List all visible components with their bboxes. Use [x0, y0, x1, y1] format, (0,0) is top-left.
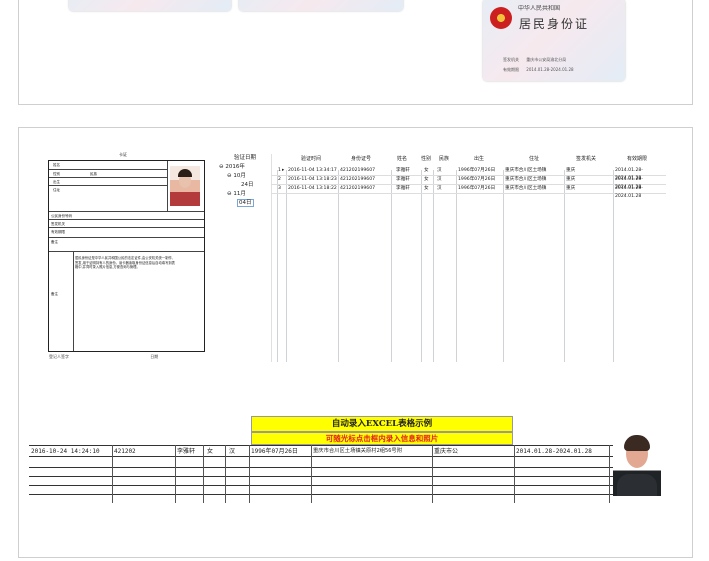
- id-card-front-left: [69, 0, 231, 11]
- tree-header: 验证日期: [233, 155, 256, 161]
- tree-month-oct[interactable]: ⊖ 10月: [219, 172, 271, 181]
- form-footer-right: 日期: [150, 354, 159, 359]
- excel-id[interactable]: 421202: [114, 447, 136, 456]
- collapse-icon[interactable]: ⊖: [227, 173, 232, 179]
- col-ethnic[interactable]: 民族: [439, 156, 449, 162]
- form-photo: [170, 166, 200, 206]
- id-card-title: 居民身份证: [519, 17, 590, 31]
- registration-form: 卡证 姓名 性别 民族 出生 住址 公民身份号码 签发机关 有效期限 备注 备注 …: [48, 152, 205, 352]
- notes-label: 备注: [51, 292, 58, 296]
- national-emblem-icon: [490, 7, 512, 29]
- col-birth[interactable]: 出生: [474, 156, 484, 162]
- id-card-back: 中华人民共和国 居民身份证 签发机关 重庆市公安局渝北分局 有效期限 2014.…: [483, 0, 625, 81]
- col-name[interactable]: 姓名: [397, 156, 407, 162]
- excel-subtitle: 可随光标点击框内录入信息和照片: [251, 432, 513, 445]
- excel-name[interactable]: 李雅轩: [177, 447, 195, 456]
- row-selected-icon: ▸: [282, 168, 285, 173]
- id-card-header-line: 中华人民共和国: [518, 5, 561, 12]
- notes-text: 居民身份证是中华人民共和国公民的法定证件,由公安机关统一制作、签发,用于证明持有…: [75, 256, 175, 269]
- excel-time[interactable]: 2016-10-24 14:24:10: [31, 447, 100, 456]
- excel-gender[interactable]: 女: [207, 447, 213, 456]
- reader-panel: 卡证 姓名 性别 民族 出生 住址 公民身份号码 签发机关 有效期限 备注 备注 …: [18, 127, 693, 558]
- form-footer-left: 登记人签字: [49, 354, 69, 359]
- form-heading: 卡证: [119, 152, 127, 157]
- tree-month-nov[interactable]: ⊖ 11月: [219, 190, 271, 199]
- col-time[interactable]: 验证时间: [301, 156, 321, 162]
- authority-label: 签发机关: [503, 57, 519, 62]
- records-grid: 验证时间 身份证号 姓名 性别 民族 出生 住址 签发机关 有效期限 1 ▸ 2…: [271, 154, 666, 362]
- date-tree: 验证日期 ⊖ 2016年 ⊖ 10月 24日 ⊖ 11月 04日: [219, 154, 272, 362]
- form-row-name: 姓名: [53, 163, 60, 167]
- col-validity[interactable]: 有效期限: [627, 156, 647, 162]
- table-row[interactable]: 1 ▸ 2016-11-04 13:34:17 421202199607 李雅轩…: [271, 167, 666, 181]
- validity-label: 有效期限: [503, 67, 519, 72]
- excel-validity[interactable]: 2014.01.28-2024.01.28: [516, 447, 592, 456]
- table-row[interactable]: 3 2016-11-04 13:18:22 421202199607 李雅轩 女…: [271, 185, 666, 199]
- grid-header: 验证时间 身份证号 姓名 性别 民族 出生 住址 签发机关 有效期限: [271, 156, 666, 166]
- tree-day-24[interactable]: 24日: [219, 181, 271, 190]
- form-row-remarks: 备注: [49, 237, 204, 250]
- form-row-address: 住址: [49, 185, 167, 202]
- excel-photo[interactable]: [613, 432, 661, 496]
- excel-ethnic[interactable]: 汉: [229, 447, 235, 456]
- col-id[interactable]: 身份证号: [351, 156, 371, 162]
- col-authority[interactable]: 签发机关: [576, 156, 596, 162]
- id-card-panel: 中华人民共和国 居民身份证 签发机关 重庆市公安局渝北分局 有效期限 2014.…: [18, 0, 693, 105]
- form-row-validity: 有效期限: [49, 227, 204, 236]
- excel-example: 自动录入EXCEL表格示例 可随光标点击框内录入信息和照片 2016-10-24…: [29, 414, 684, 508]
- excel-data-row[interactable]: 2016-10-24 14:24:10 421202 李雅轩 女 汉 1996年…: [29, 447, 619, 456]
- collapse-icon[interactable]: ⊖: [227, 191, 232, 197]
- col-address[interactable]: 住址: [529, 156, 539, 162]
- excel-address[interactable]: 重庆市合川区土场镇关原村2组56号附: [313, 447, 402, 456]
- table-row[interactable]: 2 2016-11-04 13:18:23 421202199607 李雅轩 女…: [271, 176, 666, 190]
- id-card-front-right: [239, 0, 403, 11]
- col-gender[interactable]: 性别: [421, 156, 431, 162]
- excel-authority[interactable]: 重庆市公: [434, 447, 458, 456]
- excel-birth[interactable]: 1996年07月26日: [251, 447, 298, 456]
- collapse-icon[interactable]: ⊖: [219, 164, 224, 170]
- tree-day-04[interactable]: 04日: [219, 199, 271, 208]
- validity-value: 2014.01.28-2024.01.28: [526, 67, 574, 72]
- authority-value: 重庆市公安局渝北分局: [526, 57, 567, 62]
- excel-title: 自动录入EXCEL表格示例: [251, 416, 513, 432]
- tree-year[interactable]: ⊖ 2016年: [219, 163, 271, 172]
